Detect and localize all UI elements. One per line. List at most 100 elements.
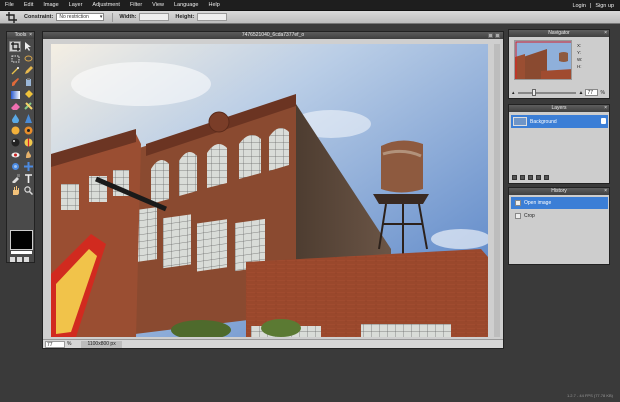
- menu-language[interactable]: Language: [169, 2, 203, 8]
- zoom-slider[interactable]: [517, 88, 576, 96]
- lasso-tool-icon[interactable]: [22, 53, 34, 64]
- dodge-tool-icon[interactable]: [9, 125, 21, 136]
- menu-edit[interactable]: Edit: [19, 2, 38, 8]
- width-label: Width:: [119, 14, 137, 20]
- close-icon[interactable]: ×: [604, 30, 607, 37]
- zoom-out-icon[interactable]: ▴: [512, 90, 515, 96]
- crop-icon: [6, 11, 18, 23]
- primary-color-swatch[interactable]: [10, 230, 33, 250]
- w-label: W:: [577, 57, 583, 62]
- menu-help[interactable]: Help: [203, 2, 224, 8]
- zoom-slider-handle[interactable]: [531, 88, 536, 96]
- x-label: X:: [577, 43, 582, 48]
- history-title-text: History: [551, 188, 567, 194]
- maximize-icon[interactable]: [488, 33, 493, 38]
- menu-bar: File Edit Image Layer Adjustment Filter …: [0, 0, 620, 11]
- tools-panel: Tools ×: [6, 31, 35, 263]
- zoom-tool-icon[interactable]: [22, 185, 34, 196]
- history-item-label: Crop: [524, 213, 535, 219]
- crop-history-icon: [515, 213, 521, 219]
- history-item-label: Open image: [524, 200, 552, 206]
- navigator-thumbnail[interactable]: [514, 40, 572, 80]
- menu-file[interactable]: File: [0, 2, 19, 8]
- eraser-tool-icon[interactable]: [9, 101, 21, 112]
- hand-tool-icon[interactable]: [9, 185, 21, 196]
- document-window: 7476521040_6cda7377ef_o 77 % 1100x800 px: [42, 31, 504, 349]
- red-eye-tool-icon[interactable]: [9, 149, 21, 160]
- navigator-title: Navigator ×: [509, 30, 609, 37]
- zoom-in-icon[interactable]: ▲: [579, 90, 584, 96]
- history-item[interactable]: Crop: [511, 210, 608, 222]
- menu-image[interactable]: Image: [38, 2, 63, 8]
- navigator-zoom: ▴ ▲ 77 %: [512, 88, 608, 97]
- lock-icon[interactable]: [601, 118, 606, 124]
- marquee-tool-icon[interactable]: [9, 53, 21, 64]
- navigator-info: X: Y: W: H:: [577, 42, 582, 70]
- bloat-tool-icon[interactable]: [9, 161, 21, 172]
- smudge-tool-icon[interactable]: [22, 149, 34, 160]
- navigator-preview: [515, 41, 571, 79]
- move-tool-icon[interactable]: [22, 41, 34, 52]
- blur-tool-icon[interactable]: [9, 113, 21, 124]
- open-image-icon: [515, 200, 521, 206]
- clone-tool-icon[interactable]: [22, 77, 34, 88]
- layer-tools: [512, 175, 549, 180]
- layer-mask-icon[interactable]: [528, 175, 533, 180]
- type-tool-icon[interactable]: [22, 173, 34, 184]
- version-info: 1.2.7 - 44 FPS (77.78 KB): [566, 393, 613, 398]
- history-item[interactable]: Open image: [511, 197, 608, 209]
- brush-tool-icon[interactable]: [9, 77, 21, 88]
- menu-adjustment[interactable]: Adjustment: [87, 2, 125, 8]
- divider: [112, 12, 114, 22]
- history-panel: History × Open image Crop: [508, 187, 610, 265]
- h-label: H:: [577, 64, 582, 69]
- y-label: Y:: [577, 50, 582, 55]
- pinch-tool-icon[interactable]: [22, 161, 34, 172]
- menu-layer[interactable]: Layer: [64, 2, 88, 8]
- document-title: 7476521040_6cda7377ef_o: [241, 32, 305, 38]
- heal-tool-icon[interactable]: [22, 101, 34, 112]
- color-mode-icon[interactable]: [24, 257, 29, 262]
- layers-panel: Layers × Background: [508, 104, 610, 184]
- menu-divider: |: [589, 2, 592, 9]
- login-link[interactable]: Login: [572, 3, 585, 9]
- secondary-color-swatch[interactable]: [11, 251, 32, 254]
- options-bar: Constraint: No restriction Width: Height…: [0, 11, 620, 24]
- close-icon[interactable]: ×: [604, 105, 607, 112]
- picker-tool-icon[interactable]: [9, 173, 21, 184]
- layer-style-icon[interactable]: [520, 175, 525, 180]
- constraint-select[interactable]: No restriction: [56, 13, 105, 21]
- signup-link[interactable]: Sign up: [595, 3, 614, 9]
- menu-view[interactable]: View: [147, 2, 169, 8]
- tool-grid: [7, 39, 34, 198]
- new-layer-icon[interactable]: [536, 175, 541, 180]
- color-buttons: [10, 257, 29, 262]
- layer-link-icon[interactable]: [512, 175, 517, 180]
- layer-row[interactable]: Background: [511, 115, 608, 128]
- vertical-scrollbar[interactable]: [494, 44, 500, 337]
- default-colors-icon[interactable]: [17, 257, 22, 262]
- image-canvas[interactable]: [51, 44, 488, 337]
- height-input[interactable]: [197, 13, 228, 21]
- delete-layer-icon[interactable]: [544, 175, 549, 180]
- navigator-title-text: Navigator: [548, 30, 570, 36]
- close-window-icon[interactable]: [495, 33, 500, 38]
- tools-title: Tools ×: [7, 32, 34, 39]
- gradient-tool-icon[interactable]: [9, 89, 21, 100]
- crop-tool-icon[interactable]: [9, 41, 21, 52]
- zoom-input[interactable]: 77: [45, 340, 65, 348]
- navigator-zoom-input[interactable]: 77: [585, 89, 599, 96]
- close-icon[interactable]: ×: [29, 32, 32, 39]
- sharpen-tool-icon[interactable]: [22, 113, 34, 124]
- burn-tool-icon[interactable]: [22, 125, 34, 136]
- bucket-tool-icon[interactable]: [22, 89, 34, 100]
- wand-tool-icon[interactable]: [9, 65, 21, 76]
- menu-filter[interactable]: Filter: [125, 2, 147, 8]
- width-input[interactable]: [139, 13, 170, 21]
- close-icon[interactable]: ×: [604, 188, 607, 195]
- pencil-tool-icon[interactable]: [22, 65, 34, 76]
- sponge-tool-icon[interactable]: [9, 137, 21, 148]
- layers-title: Layers ×: [509, 105, 609, 112]
- color-replace-tool-icon[interactable]: [22, 137, 34, 148]
- swap-colors-icon[interactable]: [10, 257, 15, 262]
